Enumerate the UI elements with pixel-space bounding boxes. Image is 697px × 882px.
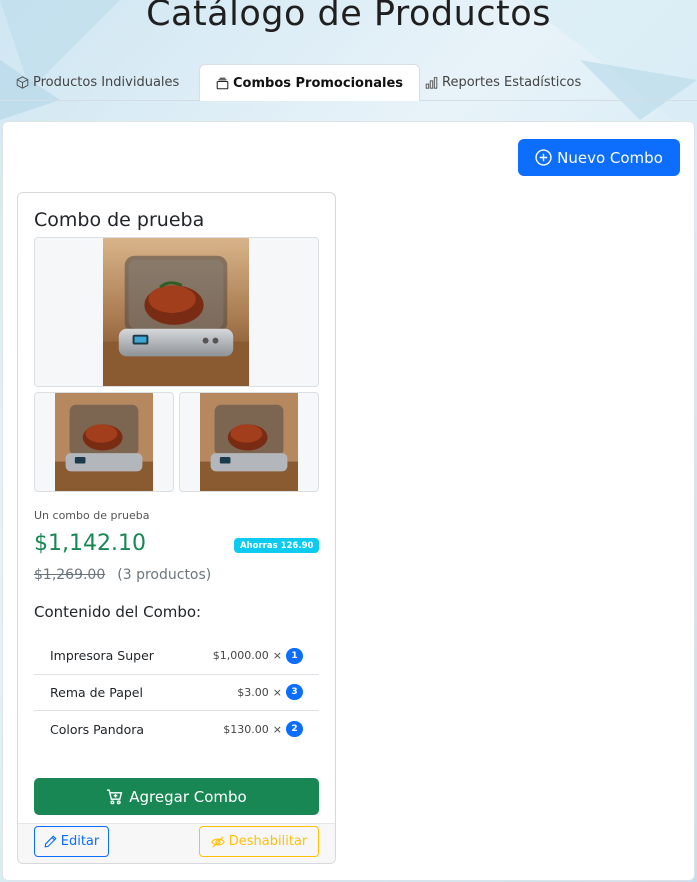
item-name: Rema de Papel bbox=[50, 684, 143, 700]
contents-title: Contenido del Combo: bbox=[34, 603, 202, 621]
combo-thumbnail-2[interactable] bbox=[179, 392, 319, 492]
quantity-badge: 2 bbox=[286, 721, 303, 738]
card-footer: Editar Deshabilitar bbox=[18, 823, 335, 863]
combo-thumbnail-1[interactable] bbox=[34, 392, 174, 492]
tab-bar: Productos Individuales Combos Promociona… bbox=[0, 64, 697, 101]
add-combo-button[interactable]: Agregar Combo bbox=[34, 778, 319, 815]
quantity-badge: 1 bbox=[286, 647, 303, 664]
savings-badge: Ahorras 126.90 bbox=[234, 538, 320, 553]
item-price: $130.00 bbox=[223, 722, 269, 736]
combo-main-image[interactable] bbox=[34, 237, 319, 387]
collection-icon bbox=[216, 77, 229, 89]
list-item: Impresora Super $1,000.00 × 1 bbox=[34, 638, 319, 675]
product-photo bbox=[55, 393, 153, 491]
new-combo-button[interactable]: Nuevo Combo bbox=[518, 139, 680, 176]
box-icon bbox=[16, 76, 29, 89]
list-item: Colors Pandora $130.00 × 2 bbox=[34, 711, 319, 748]
tab-combos-promocionales[interactable]: Combos Promocionales bbox=[199, 64, 420, 101]
product-photo bbox=[102, 238, 250, 386]
pencil-icon bbox=[44, 835, 57, 848]
page-title: Catálogo de Productos bbox=[146, 0, 551, 34]
cart-icon bbox=[107, 789, 123, 805]
product-photo bbox=[200, 393, 298, 491]
tab-productos-individuales[interactable]: Productos Individuales bbox=[0, 64, 195, 101]
item-name: Colors Pandora bbox=[50, 721, 145, 737]
combo-description: Un combo de prueba bbox=[34, 509, 150, 522]
product-count: (3 productos) bbox=[117, 567, 212, 583]
original-price-row: $1,269.00 (3 productos) bbox=[34, 567, 211, 583]
new-combo-label: Nuevo Combo bbox=[557, 148, 663, 167]
disable-button[interactable]: Deshabilitar bbox=[199, 826, 319, 857]
disable-label: Deshabilitar bbox=[228, 834, 308, 849]
times-sign: × bbox=[272, 722, 282, 736]
edit-label: Editar bbox=[60, 834, 100, 849]
plus-circle-icon bbox=[535, 149, 552, 166]
list-item: Rema de Papel $3.00 × 3 bbox=[34, 675, 319, 711]
combo-card: Combo de prueba Un combo de prueba $1,14… bbox=[17, 192, 336, 864]
quantity-badge: 3 bbox=[286, 684, 303, 701]
tab-label: Reportes Estadísticos bbox=[442, 75, 582, 90]
original-price: $1,269.00 bbox=[34, 567, 106, 583]
edit-button[interactable]: Editar bbox=[34, 826, 109, 857]
times-sign: × bbox=[272, 649, 282, 663]
add-combo-label: Agregar Combo bbox=[129, 787, 247, 806]
combo-items-list: Impresora Super $1,000.00 × 1 Rema de Pa… bbox=[34, 638, 319, 748]
eye-slash-icon bbox=[210, 835, 225, 848]
tab-label: Productos Individuales bbox=[33, 75, 180, 90]
tab-label: Combos Promocionales bbox=[233, 75, 403, 91]
combo-title: Combo de prueba bbox=[34, 209, 205, 231]
item-price: $3.00 bbox=[237, 685, 269, 699]
times-sign: × bbox=[272, 685, 282, 699]
tab-reportes-estadisticos[interactable]: Reportes Estadísticos bbox=[409, 64, 597, 101]
combos-panel: Nuevo Combo Combo de prueba Un combo de … bbox=[2, 121, 695, 881]
item-price: $1,000.00 bbox=[212, 649, 269, 663]
item-name: Impresora Super bbox=[50, 648, 154, 664]
combo-price: $1,142.10 bbox=[34, 531, 146, 556]
bar-chart-icon bbox=[425, 77, 438, 89]
